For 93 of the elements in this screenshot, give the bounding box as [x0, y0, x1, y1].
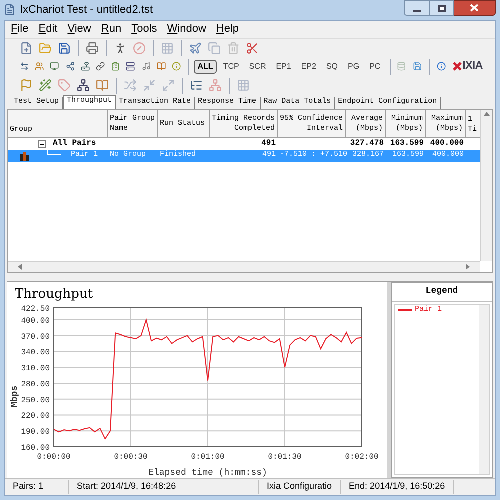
y-tick-label: 422.50 — [21, 305, 50, 314]
share-icon[interactable] — [66, 60, 75, 73]
vertical-scrollbar[interactable] — [480, 110, 492, 261]
server-icon[interactable] — [126, 60, 136, 73]
y-tick-label: 280.00 — [21, 380, 50, 390]
y-tick-label: 400.00 — [21, 316, 50, 326]
notes-icon[interactable] — [96, 79, 109, 92]
x-mark-icon — [452, 62, 462, 71]
y-tick-label: 190.00 — [21, 428, 50, 438]
network-icon[interactable] — [77, 79, 90, 92]
y-tick-label: 160.00 — [21, 444, 50, 453]
table-cell: 327.478 — [350, 138, 384, 148]
legend-title: Legend — [392, 283, 492, 302]
users-icon[interactable] — [35, 60, 44, 73]
status-field: Ixia Configuratio — [259, 480, 342, 494]
stop-icon[interactable] — [133, 42, 146, 54]
tree-icon[interactable] — [190, 79, 203, 92]
group-name: All Pairs — [53, 138, 96, 150]
maximize-button[interactable] — [430, 0, 454, 16]
collapse-icon[interactable] — [143, 79, 156, 92]
plane-icon[interactable] — [189, 42, 202, 54]
filter-button[interactable]: EP1 — [272, 60, 296, 74]
status-field: Start: 2014/1/9, 16:48:26 — [69, 480, 259, 494]
filter-button[interactable]: EP2 — [297, 60, 320, 74]
menu-item[interactable]: Edit — [38, 21, 58, 38]
y-tick-label: 340.00 — [21, 348, 50, 358]
table-cell: 400.000 — [430, 138, 464, 148]
music-icon[interactable] — [142, 60, 151, 73]
info-icon[interactable] — [436, 60, 446, 73]
collapse-toggle[interactable] — [38, 140, 46, 148]
flag-icon[interactable] — [20, 79, 33, 92]
table-cell: 163.599 — [390, 138, 424, 148]
y-axis-label: Mbps — [10, 386, 20, 408]
database-icon[interactable] — [397, 60, 407, 73]
x-tick-label: 0:00:30 — [114, 453, 148, 462]
scroll-left-icon — [18, 264, 22, 270]
chart-title: Throughput — [15, 288, 94, 302]
legend-scrollbar[interactable] — [479, 304, 489, 474]
x-tick-label: 0:01:00 — [191, 453, 225, 462]
y-tick-label: 220.00 — [21, 412, 50, 422]
expand-icon[interactable] — [162, 79, 175, 92]
filter-button[interactable]: ALL — [194, 60, 218, 74]
filter-button[interactable]: TCP — [219, 60, 244, 74]
nodes-icon[interactable] — [209, 79, 222, 92]
tag-icon[interactable] — [58, 79, 71, 92]
menu-item[interactable]: Window — [167, 21, 206, 38]
x-tick-label: 0:00:00 — [37, 453, 71, 462]
runner-icon[interactable] — [114, 42, 127, 54]
menu-item[interactable]: Run — [101, 21, 122, 38]
status-field: Pairs: 1 — [5, 480, 69, 494]
y-tick-label: 370.00 — [21, 332, 50, 342]
x-tick-label: 0:02:00 — [345, 453, 379, 462]
menu-item[interactable]: File — [11, 21, 29, 38]
close-button[interactable] — [454, 0, 496, 16]
filter-button[interactable]: PC — [366, 60, 385, 74]
link-icon[interactable] — [96, 60, 106, 73]
table-cell: 491 — [262, 138, 276, 148]
status-field: End: 2014/1/9, 16:50:26 — [341, 480, 454, 494]
filter-button[interactable]: PG — [344, 60, 364, 74]
scroll-right-icon — [466, 264, 470, 270]
menu-item[interactable]: Help — [216, 21, 240, 38]
y-tick-label: 310.00 — [21, 364, 50, 374]
y-tick-label: 250.00 — [21, 396, 50, 406]
logo-text: IXIA — [462, 59, 483, 74]
wand-icon[interactable] — [39, 79, 52, 92]
table-icon[interactable] — [237, 79, 250, 92]
monitor-icon[interactable] — [50, 60, 60, 73]
pair-icon — [20, 152, 29, 160]
arrows-icon[interactable] — [20, 60, 30, 73]
app-icon — [4, 4, 16, 16]
scroll-up-icon — [484, 112, 490, 116]
router-icon[interactable] — [80, 60, 90, 73]
close-icon — [470, 4, 479, 12]
new-file-icon[interactable] — [20, 42, 33, 54]
shuffle-icon[interactable] — [124, 79, 137, 92]
window-title: IxChariot Test - untitled2.tst — [20, 2, 154, 18]
grid-icon[interactable] — [161, 42, 174, 54]
folder-icon[interactable] — [39, 42, 52, 54]
book-icon[interactable] — [156, 60, 166, 73]
scissors-icon[interactable] — [246, 42, 259, 54]
filter-button[interactable]: SQ — [322, 60, 342, 74]
printer-icon[interactable] — [86, 42, 99, 54]
x-axis-label: Elapsed time (h:mm:ss) — [148, 468, 268, 478]
menu-item[interactable]: Tools — [132, 21, 158, 38]
save-icon[interactable] — [58, 42, 71, 54]
filter-button[interactable]: SCR — [245, 60, 270, 74]
tree-connector — [47, 150, 61, 156]
copy-icon[interactable] — [208, 42, 221, 54]
minimize-button[interactable] — [404, 0, 430, 16]
menu-item[interactable]: View — [68, 21, 92, 38]
clipboard-icon[interactable] — [111, 60, 120, 73]
x-tick-label: 0:01:30 — [268, 453, 302, 462]
horizontal-scrollbar[interactable] — [8, 261, 480, 272]
